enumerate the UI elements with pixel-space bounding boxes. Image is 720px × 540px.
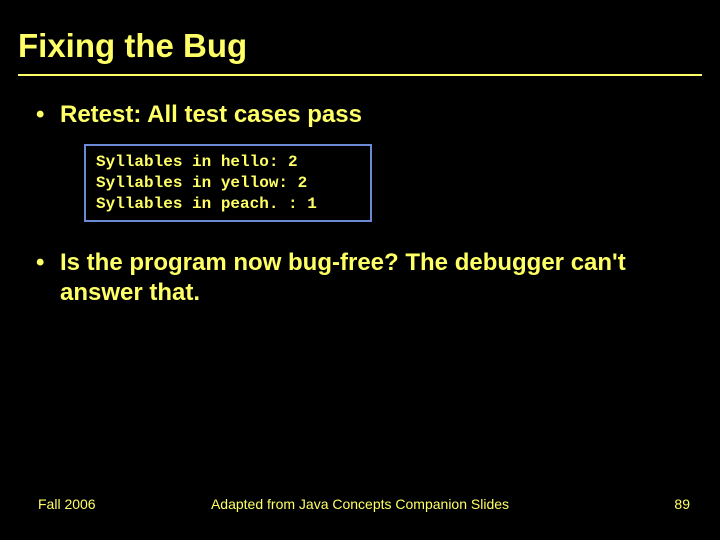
title-underline	[18, 74, 702, 76]
code-line: Syllables in hello: 2	[96, 153, 298, 171]
code-output-box: Syllables in hello: 2 Syllables in yello…	[84, 144, 372, 222]
code-line: Syllables in peach. : 1	[96, 195, 317, 213]
code-output: Syllables in hello: 2 Syllables in yello…	[96, 152, 360, 214]
slide: Fixing the Bug Retest: All test cases pa…	[0, 0, 720, 540]
slide-body: Retest: All test cases pass Syllables in…	[36, 100, 686, 326]
bullet-item: Retest: All test cases pass Syllables in…	[36, 100, 686, 222]
bullet-item: Is the program now bug-free? The debugge…	[36, 248, 686, 308]
code-line: Syllables in yellow: 2	[96, 174, 307, 192]
footer-page-number: 89	[674, 496, 690, 512]
slide-title: Fixing the Bug	[18, 28, 247, 64]
bullet-list: Retest: All test cases pass Syllables in…	[36, 100, 686, 308]
footer-center: Adapted from Java Concepts Companion Sli…	[0, 496, 720, 512]
bullet-text: Is the program now bug-free? The debugge…	[60, 249, 626, 306]
bullet-text: Retest: All test cases pass	[60, 101, 362, 128]
